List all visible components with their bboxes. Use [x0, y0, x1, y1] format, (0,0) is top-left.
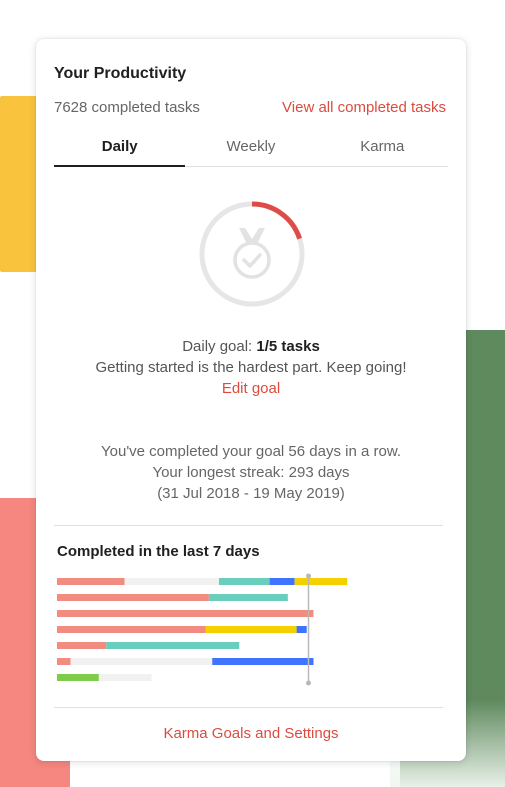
- chart-bar-day-6-segment-3: [212, 658, 314, 665]
- chart-bar-day-4-segment-1: [57, 626, 206, 633]
- chart-bar-day-1-segment-4: [269, 578, 295, 585]
- chart-bar-day-1-segment-5: [294, 578, 348, 585]
- daily-goal-label: Daily goal:: [182, 338, 253, 355]
- tab-daily[interactable]: Daily: [54, 135, 186, 167]
- chart-bar-day-1-segment-1: [57, 578, 125, 585]
- daily-goal-line: Daily goal: 1/5 tasks: [36, 336, 466, 357]
- divider-top: [54, 525, 443, 526]
- streak-range: (31 Jul 2018 - 19 May 2019): [157, 485, 345, 502]
- chart-bar-day-4-segment-2: [205, 626, 297, 633]
- card-title: Your Productivity: [54, 65, 187, 82]
- chart-goal-marker-top-dot: [306, 573, 311, 579]
- chart-bar-day-6-segment-2: [70, 658, 213, 665]
- productivity-card: Your Productivity 7628 completed tasks V…: [36, 39, 466, 761]
- current-streak: You've completed your goal 56 days in a …: [101, 443, 401, 460]
- chart-goal-marker-bottom-dot: [306, 680, 311, 686]
- longest-streak: Your longest streak: 293 days: [152, 464, 350, 481]
- chart-title: Completed in the last 7 days: [57, 543, 260, 560]
- chart-bar-day-6-segment-1: [57, 658, 71, 665]
- edit-goal-link[interactable]: Edit goal: [36, 378, 466, 399]
- completed-tasks-count: 7628 completed tasks: [54, 99, 200, 116]
- chart-bar-day-1-segment-2: [124, 578, 219, 585]
- karma-goals-settings-link[interactable]: Karma Goals and Settings: [36, 725, 466, 742]
- chart-bar-day-5-segment-1: [57, 642, 107, 649]
- medal-check-icon: [233, 228, 271, 279]
- view-all-completed-link[interactable]: View all completed tasks: [282, 99, 446, 116]
- streak-section: You've completed your goal 56 days in a …: [36, 441, 466, 504]
- goal-message: Getting started is the hardest part. Kee…: [95, 359, 407, 376]
- chart-bar-day-2-segment-1: [57, 594, 209, 601]
- productivity-tabs: Daily Weekly Karma: [54, 135, 448, 167]
- chart-bar-day-1-segment-3: [219, 578, 270, 585]
- daily-goal-value: 1/5 tasks: [256, 338, 320, 355]
- chart-bar-day-4-segment-3: [296, 626, 307, 633]
- chart-bar-day-2-segment-2: [208, 594, 288, 601]
- tab-karma[interactable]: Karma: [317, 135, 448, 166]
- tab-weekly[interactable]: Weekly: [185, 135, 316, 166]
- chart-bar-day-5-segment-2: [106, 642, 240, 649]
- chart-bar-day-7-segment-2: [98, 674, 152, 681]
- chart-bar-day-3-segment-1: [57, 610, 314, 617]
- divider-bottom: [54, 707, 443, 708]
- chart-bar-day-7-segment-1: [57, 674, 99, 681]
- daily-goal-section: Daily goal: 1/5 tasks Getting started is…: [36, 336, 466, 399]
- daily-goal-ring: [199, 201, 305, 307]
